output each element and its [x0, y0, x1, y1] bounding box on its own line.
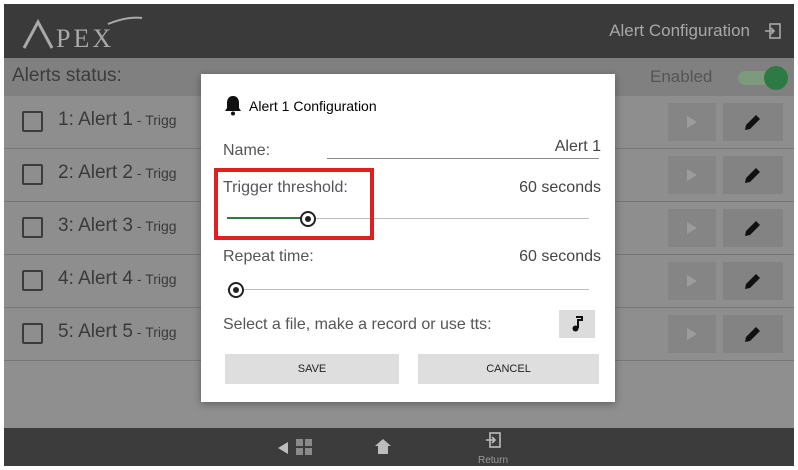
alert-label: 1: Alert 1 - Trigg	[58, 109, 177, 130]
pencil-icon	[745, 168, 760, 183]
enabled-toggle[interactable]	[738, 66, 788, 90]
grid-icon[interactable]	[296, 439, 312, 455]
enabled-label: Enabled	[650, 67, 713, 86]
play-button[interactable]	[668, 156, 716, 194]
pencil-icon	[745, 327, 760, 342]
alert-checkbox[interactable]	[22, 323, 43, 344]
file-select-label: Select a file, make a record or use tts:	[223, 316, 492, 333]
music-note-icon	[572, 316, 583, 332]
play-icon	[687, 116, 697, 128]
play-button[interactable]	[668, 262, 716, 300]
home-icon[interactable]	[375, 439, 391, 454]
page-title: Alert Configuration	[609, 21, 750, 40]
alert-label: 5: Alert 5 - Trigg	[58, 321, 177, 342]
alert-checkbox[interactable]	[22, 217, 43, 238]
apex-logo: PEX	[16, 14, 156, 53]
alert-label: 4: Alert 4 - Trigg	[58, 268, 177, 289]
edit-button[interactable]	[723, 103, 783, 141]
repeat-time-value: 60 seconds	[519, 248, 601, 265]
select-audio-button[interactable]	[559, 310, 595, 338]
pencil-icon	[745, 274, 760, 289]
alert-checkbox[interactable]	[22, 164, 43, 185]
bottom-nav-bar: Return	[4, 428, 794, 466]
name-input[interactable]: Alert 1	[555, 138, 601, 156]
trigger-threshold-value: 60 seconds	[519, 179, 601, 196]
repeat-time-slider[interactable]	[227, 280, 589, 300]
bell-icon	[225, 96, 241, 116]
play-button[interactable]	[668, 209, 716, 247]
back-icon[interactable]	[278, 442, 288, 454]
alert-config-dialog: Alert 1 Configuration Name: Alert 1 Trig…	[201, 74, 615, 402]
toggle-thumb	[764, 66, 788, 90]
alert-label: 3: Alert 3 - Trigg	[58, 215, 177, 236]
return-icon[interactable]	[485, 432, 501, 448]
edit-button[interactable]	[723, 209, 783, 247]
play-button[interactable]	[668, 315, 716, 353]
alert-label: 2: Alert 2 - Trigg	[58, 162, 177, 183]
alert-checkbox[interactable]	[22, 111, 43, 132]
slider-rail	[227, 289, 589, 290]
svg-text:PEX: PEX	[56, 24, 114, 53]
name-label: Name:	[223, 142, 271, 159]
screen: PEX Alert Configuration Alerts status: E…	[4, 4, 794, 466]
alerts-status-label: Alerts status:	[12, 65, 122, 86]
slider-thumb[interactable]	[228, 282, 244, 298]
edit-button[interactable]	[723, 156, 783, 194]
play-icon	[687, 169, 697, 181]
edit-button[interactable]	[723, 315, 783, 353]
dialog-title: Alert 1 Configuration	[249, 98, 377, 114]
play-icon	[687, 222, 697, 234]
return-label[interactable]: Return	[478, 455, 508, 466]
alert-checkbox[interactable]	[22, 270, 43, 291]
cancel-button[interactable]: CANCEL	[418, 354, 599, 384]
highlight-box	[214, 168, 374, 240]
play-icon	[687, 328, 697, 340]
app-bar: PEX Alert Configuration	[4, 4, 794, 58]
play-icon	[687, 275, 697, 287]
repeat-time-label: Repeat time:	[223, 248, 314, 265]
edit-button[interactable]	[723, 262, 783, 300]
pencil-icon	[745, 221, 760, 236]
name-input-underline	[327, 158, 599, 159]
play-button[interactable]	[668, 103, 716, 141]
pencil-icon	[745, 115, 760, 130]
logout-icon[interactable]	[764, 22, 782, 40]
save-button[interactable]: SAVE	[225, 354, 399, 384]
